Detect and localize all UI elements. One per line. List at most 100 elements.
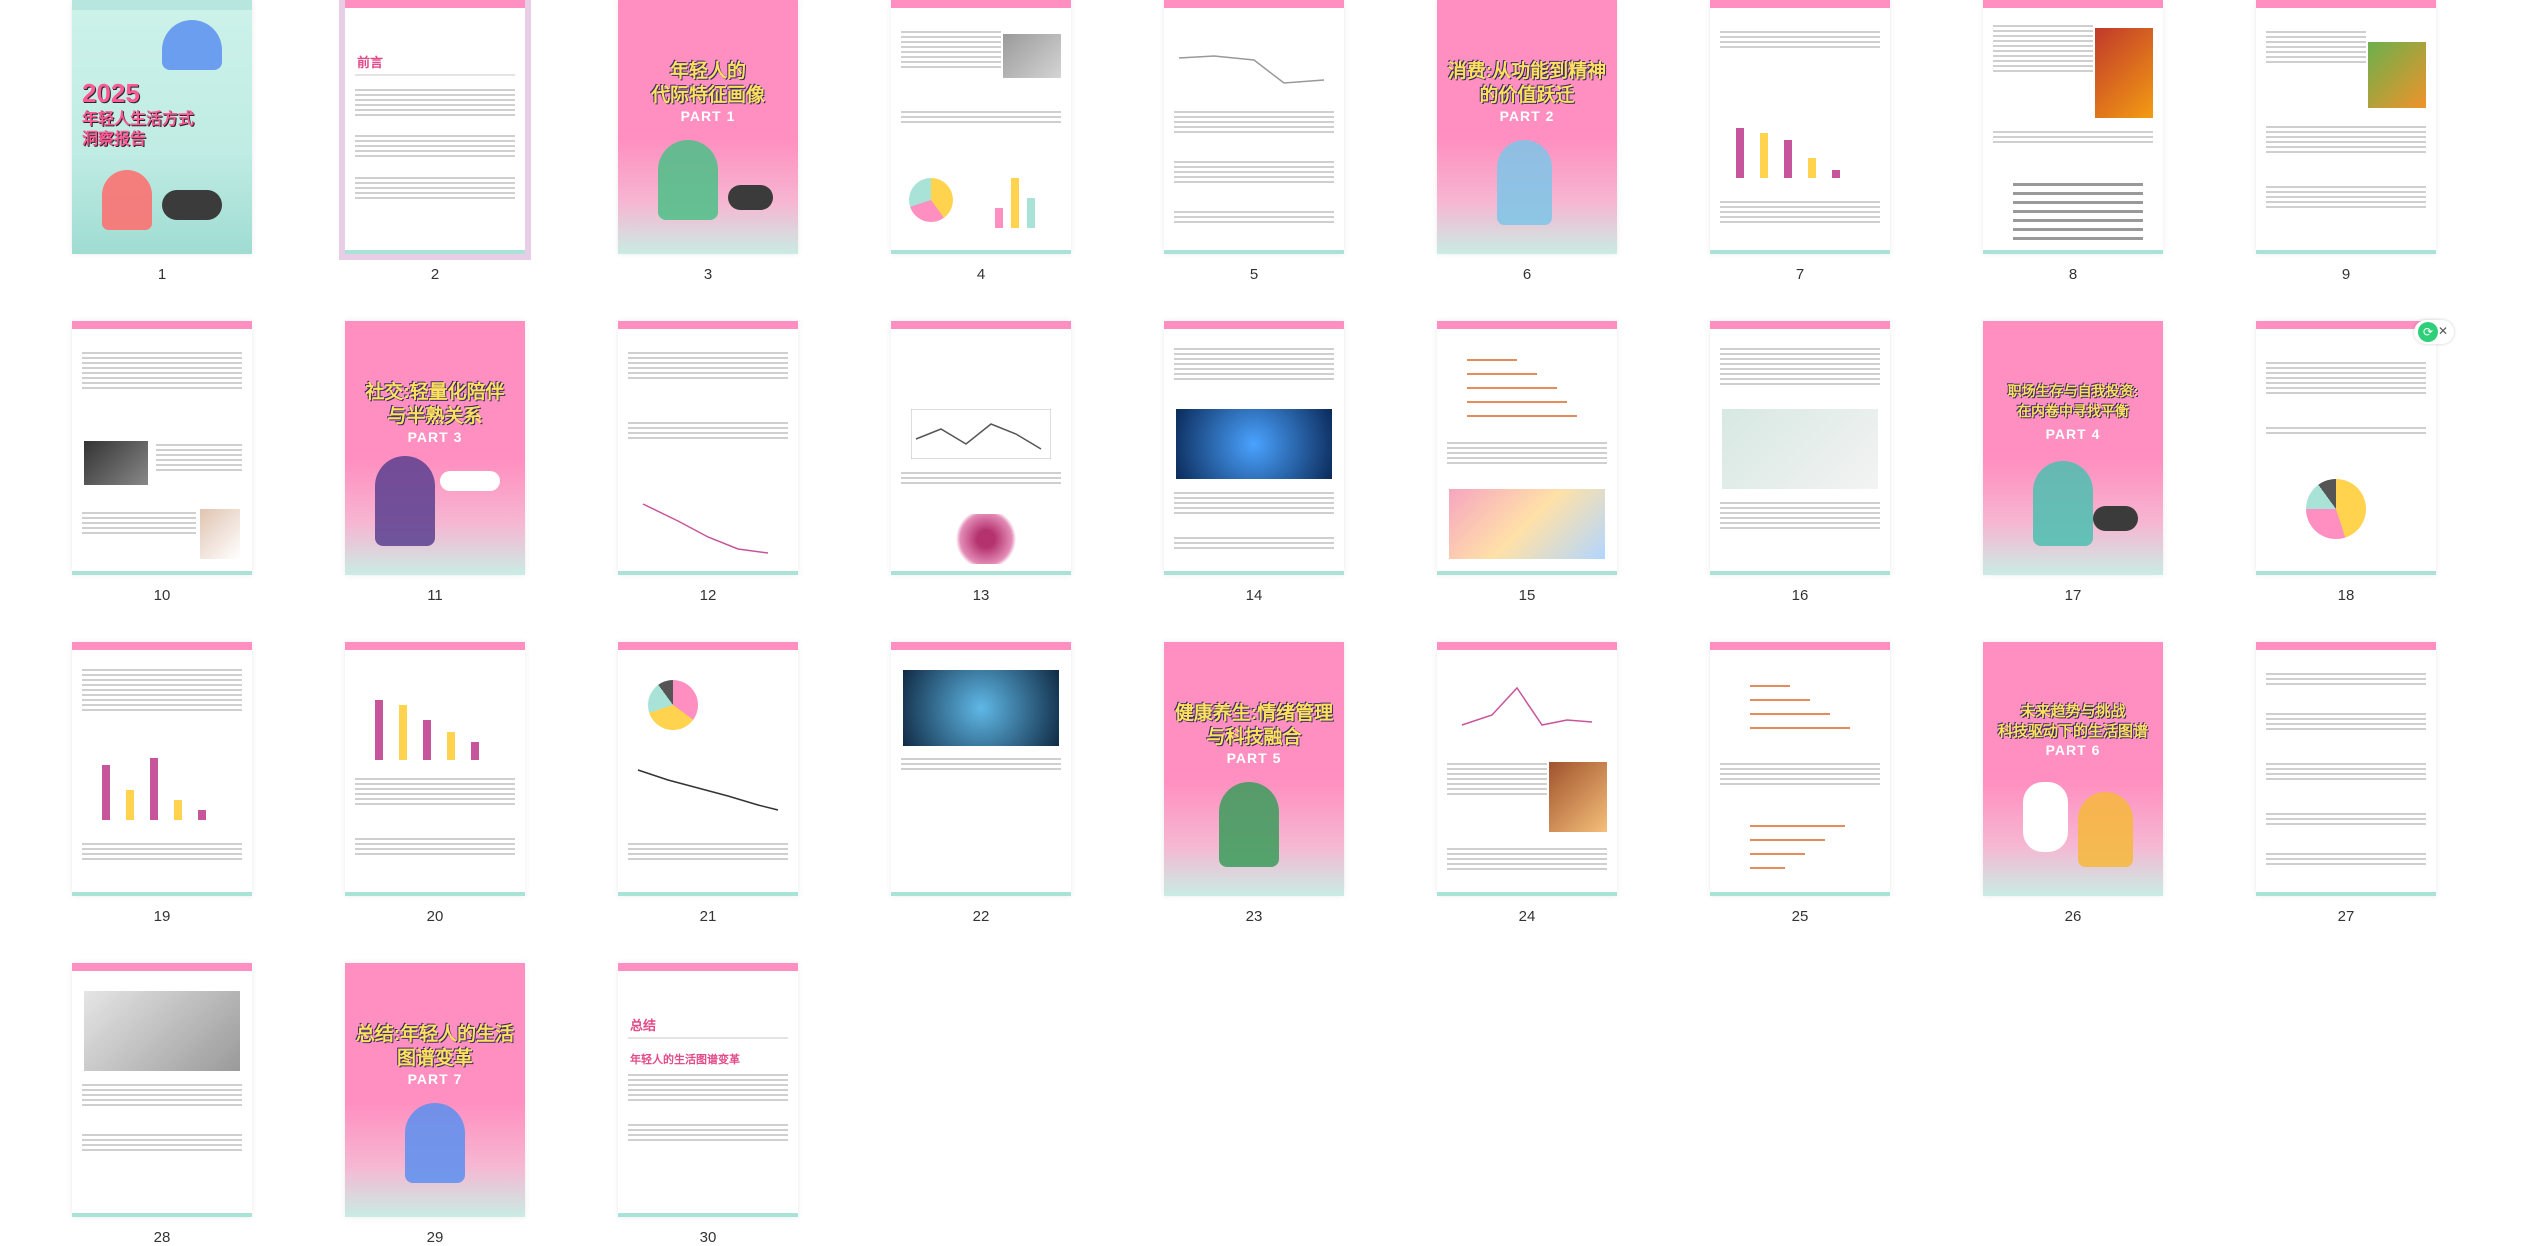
page-content	[72, 321, 252, 575]
page-content	[618, 642, 798, 896]
word-cloud	[951, 514, 1021, 564]
page-number: 3	[703, 266, 713, 283]
page-number: 26	[2064, 908, 2082, 925]
part-label: PART 1	[680, 108, 736, 124]
part-title: 健康养生:情绪管理 与科技融合	[1174, 703, 1334, 748]
part-title: 社交:轻量化陪伴 与半熟关系	[365, 382, 505, 427]
part-title: 职场生存与自我投资: 在内卷中寻找平衡	[2007, 383, 2139, 419]
photo	[1549, 762, 1607, 832]
search-bar-icon	[440, 471, 500, 491]
photo	[1722, 409, 1878, 489]
part-label: PART 4	[2045, 426, 2101, 442]
summary-subheading: 年轻人的生活图谱变革	[630, 1054, 740, 1066]
illustration	[2078, 792, 2133, 867]
page-content	[1437, 642, 1617, 896]
page-content	[1710, 642, 1890, 896]
page-summary: 总结 年轻人的生活图谱变革	[618, 963, 798, 1217]
pie-chart	[648, 680, 698, 730]
part-label: PART 7	[407, 1071, 463, 1087]
page-number: 8	[2068, 266, 2078, 283]
page-part: 社交:轻量化陪伴 与半熟关系 PART 3	[345, 321, 525, 575]
line-chart	[1178, 55, 1325, 84]
page-content	[1437, 321, 1617, 575]
laptop-icon	[728, 185, 773, 210]
page-number: 24	[1518, 908, 1536, 925]
photo	[1176, 409, 1332, 479]
photo	[2095, 28, 2153, 118]
page-number: 29	[426, 1229, 444, 1246]
laptop-icon	[162, 190, 222, 220]
page-number: 18	[2337, 587, 2355, 604]
illustration	[658, 140, 718, 220]
pie-chart	[909, 178, 953, 222]
photo	[1449, 489, 1605, 559]
page-number: 23	[1245, 908, 1263, 925]
page-number: 21	[699, 908, 717, 925]
illustration	[1497, 140, 1552, 225]
page-part: 健康养生:情绪管理 与科技融合 PART 5	[1164, 642, 1344, 896]
dot-plot	[1750, 815, 1870, 885]
part-label: PART 3	[407, 429, 463, 445]
page-number: 19	[153, 908, 171, 925]
page-content	[1983, 0, 2163, 254]
dot-plot	[1467, 349, 1597, 429]
line-chart	[637, 769, 779, 811]
page-number: 28	[153, 1229, 171, 1246]
page-content	[2256, 642, 2436, 896]
summary-heading: 总结	[630, 1018, 657, 1033]
line-chart	[911, 409, 1051, 459]
page-number: 20	[426, 908, 444, 925]
bar-chart	[365, 690, 505, 760]
part-label: PART 2	[1499, 108, 1555, 124]
page-number: 17	[2064, 587, 2082, 604]
photo	[1003, 34, 1061, 78]
part-title: 总结:年轻人的生活 图谱变革	[355, 1024, 515, 1069]
page-number: 2	[430, 266, 440, 283]
page-number: 10	[153, 587, 171, 604]
page-number: 1	[157, 266, 167, 283]
page-number: 27	[2337, 908, 2355, 925]
bar-chart	[991, 168, 1051, 228]
photo	[200, 509, 240, 559]
page-content	[1710, 0, 1890, 254]
illustration	[102, 170, 152, 230]
page-part: 未来趋势与挑战 科技驱动下的生活图谱 PART 6	[1983, 642, 2163, 896]
laptop-icon	[2093, 506, 2138, 531]
thumbnail-grid: 2025 年轻人生活方式 洞察报告 1 前言 2 年轻人的 代际特征画像 PART…	[0, 0, 2521, 1246]
page-number: 9	[2341, 266, 2351, 283]
page-number: 14	[1245, 587, 1263, 604]
page-number: 22	[972, 908, 990, 925]
page-content	[1710, 321, 1890, 575]
photo	[903, 670, 1059, 746]
dot-plot	[1750, 675, 1870, 745]
cover-title: 年轻人生活方式 洞察报告	[82, 111, 195, 148]
line-chart	[642, 503, 769, 554]
page-number: 11	[427, 587, 443, 604]
page-content	[891, 321, 1071, 575]
page-content	[891, 642, 1071, 896]
page-content	[1164, 0, 1344, 254]
share-icon[interactable]: ⟳	[2418, 322, 2438, 342]
checklist-icon	[2023, 782, 2068, 852]
part-title: 未来趋势与挑战 科技驱动下的生活图谱	[1997, 703, 2148, 740]
page-content	[891, 0, 1071, 254]
page-part: 职场生存与自我投资: 在内卷中寻找平衡 PART 4	[1983, 321, 2163, 575]
page-number: 12	[699, 587, 717, 604]
page-number: 25	[1791, 908, 1809, 925]
page-number: 16	[1791, 587, 1809, 604]
page-part: 消费:从功能到精神 的价值跃迁 PART 2	[1437, 0, 1617, 254]
page-content	[618, 321, 798, 575]
preface-heading: 前言	[357, 55, 384, 70]
cover-year: 2025	[82, 78, 140, 108]
page-part: 年轻人的 代际特征画像 PART 1	[618, 0, 798, 254]
page-number: 30	[699, 1229, 717, 1246]
bar-chart	[1730, 118, 1870, 178]
illustration	[375, 456, 435, 546]
close-icon[interactable]: ✕	[2438, 324, 2448, 338]
page-content	[2256, 0, 2436, 254]
part-title: 年轻人的 代际特征画像	[650, 61, 765, 106]
share-widget[interactable]: ⟳ ✕	[2414, 320, 2454, 344]
page-content	[345, 642, 525, 896]
page-cover: 2025 年轻人生活方式 洞察报告	[72, 0, 252, 254]
bar-chart	[92, 750, 232, 820]
